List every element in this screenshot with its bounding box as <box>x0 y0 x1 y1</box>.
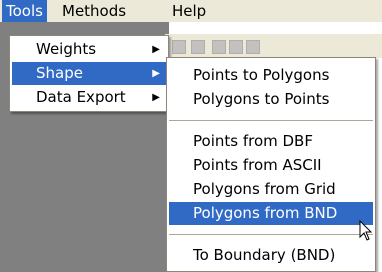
menu-item-points-from-dbf[interactable]: Points from DBF <box>169 130 373 153</box>
toolbar-icon <box>212 40 226 54</box>
menu-item-points-to-polygons[interactable]: Points to Polygons <box>169 64 373 87</box>
menu-item-to-boundary-bnd[interactable]: To Boundary (BND) <box>169 244 373 267</box>
menu-bar: Tools Methods Help <box>0 0 382 22</box>
menu-separator <box>169 234 373 235</box>
menu-item-label: Data Export <box>36 88 126 106</box>
toolbar-icon <box>191 40 205 54</box>
menu-item-polygons-from-bnd[interactable]: Polygons from BND <box>169 202 373 225</box>
menu-item-label: Weights <box>36 40 97 58</box>
arrow-right-icon: ▶ <box>152 68 160 79</box>
menu-methods[interactable]: Methods <box>58 0 130 22</box>
menu-item-polygons-from-grid[interactable]: Polygons from Grid <box>169 178 373 201</box>
menu-help[interactable]: Help <box>168 0 210 22</box>
arrow-right-icon: ▶ <box>152 44 160 55</box>
menu-item-polygons-to-points[interactable]: Polygons to Points <box>169 88 373 111</box>
shape-submenu: Points to Polygons Polygons to Points Po… <box>166 57 376 272</box>
menu-item-points-from-ascii[interactable]: Points from ASCII <box>169 154 373 177</box>
mouse-pointer-icon <box>359 220 373 241</box>
arrow-right-icon: ▶ <box>152 92 160 103</box>
menu-tools[interactable]: Tools <box>2 0 47 22</box>
menu-item-weights[interactable]: Weights ▶ <box>12 38 166 61</box>
toolbar-icon <box>172 40 186 54</box>
menu-separator <box>169 120 373 121</box>
menu-item-data-export[interactable]: Data Export ▶ <box>12 86 166 109</box>
menu-item-shape[interactable]: Shape ▶ <box>12 62 166 85</box>
tools-menu: Weights ▶ Shape ▶ Data Export ▶ <box>9 35 169 112</box>
toolbar-icon <box>229 40 243 54</box>
toolbar-icon <box>246 40 260 54</box>
menu-item-label: Shape <box>36 64 83 82</box>
